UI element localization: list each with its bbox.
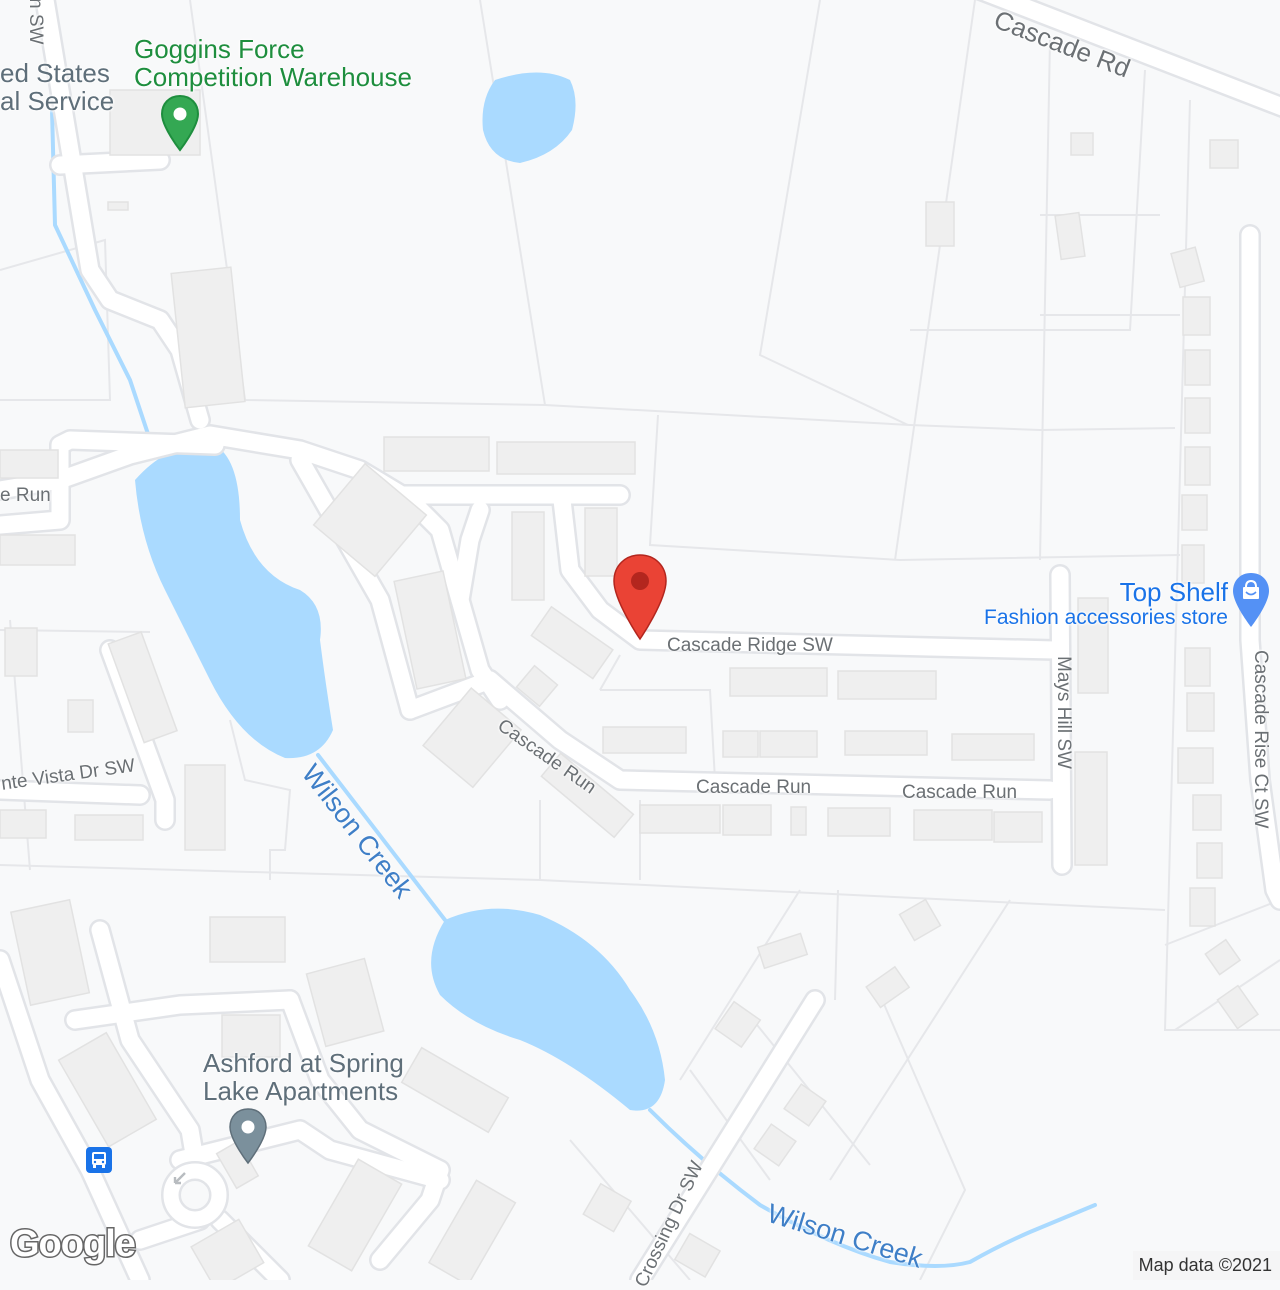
poi-name-line: Ashford at Spring bbox=[203, 1048, 404, 1078]
one-way-arrow-icon bbox=[173, 1172, 186, 1185]
poi-label-top-shelf[interactable]: Top Shelf Fashion accessories store bbox=[984, 578, 1228, 630]
poi-name: Top Shelf bbox=[1119, 577, 1228, 607]
road-label-cascade-rise-ct-sw: Cascade Rise Ct SW bbox=[1250, 650, 1271, 829]
road-label-n-sw: n SW bbox=[25, 0, 46, 45]
map-attribution[interactable]: Map data ©2021 bbox=[1132, 1251, 1280, 1280]
road-label-cascade-run: Cascade Run bbox=[902, 782, 1018, 803]
poi-name-line: al Service bbox=[0, 86, 115, 116]
green-pin-icon[interactable] bbox=[160, 94, 200, 152]
red-pin-icon[interactable] bbox=[612, 553, 668, 641]
poi-name-line: Lake Apartments bbox=[203, 1076, 399, 1106]
gray-pin-icon[interactable] bbox=[228, 1107, 268, 1165]
poi-label-usps[interactable]: ed States al Service bbox=[0, 59, 114, 115]
poi-category: Fashion accessories store bbox=[984, 606, 1228, 629]
poi-name-line: Competition Warehouse bbox=[134, 62, 412, 92]
poi-label-ashford-apartments[interactable]: Ashford at Spring Lake Apartments bbox=[203, 1049, 404, 1105]
poi-name-line: Goggins Force bbox=[134, 34, 305, 64]
road-label-cascade-run: Cascade Run bbox=[696, 777, 812, 798]
poi-label-goggins-force[interactable]: Goggins Force Competition Warehouse bbox=[134, 35, 412, 91]
shopping-bag-icon[interactable] bbox=[1231, 571, 1271, 629]
poi-name-line: ed States bbox=[0, 58, 110, 88]
google-logo: Google bbox=[9, 1222, 138, 1267]
bus-stop-icon[interactable] bbox=[86, 1147, 112, 1173]
road-label-cascade-ridge-sw: Cascade Ridge SW bbox=[667, 635, 833, 656]
road-label-cascade-run-west: e Run bbox=[0, 485, 51, 506]
road-label-mays-hill-sw: Mays Hill SW bbox=[1053, 656, 1074, 769]
